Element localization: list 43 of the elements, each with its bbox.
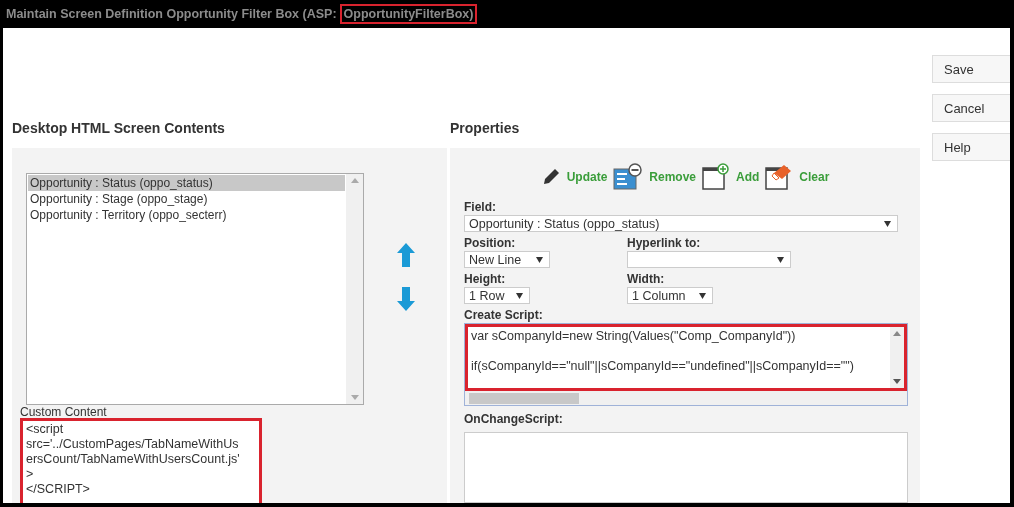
- field-label: Field:: [464, 200, 497, 215]
- on-change-script-field[interactable]: [464, 432, 908, 503]
- action-button[interactable]: Cancel: [932, 94, 1010, 122]
- dropdown-arrow-icon: [536, 256, 543, 263]
- section-heading: Properties: [450, 120, 521, 138]
- field-label: Height:: [464, 272, 507, 287]
- list-item[interactable]: Opportunity : Status (oppo_status): [28, 175, 345, 191]
- section-heading: Desktop HTML Screen Contents: [12, 120, 226, 138]
- action-button[interactable]: Help: [932, 133, 1010, 161]
- hyperlink-select[interactable]: [627, 251, 791, 268]
- height-select[interactable]: 1 Row: [464, 287, 530, 304]
- move-up-arrow-icon[interactable]: [396, 243, 415, 267]
- field-label: Position:: [464, 236, 517, 251]
- list-item[interactable]: Opportunity : Territory (oppo_secterr): [28, 207, 345, 223]
- scrollbar[interactable]: [890, 327, 904, 388]
- highlighted-asp-name: OpportunityFilterBox): [339, 4, 478, 24]
- position-select[interactable]: New Line: [464, 251, 550, 268]
- custom-content-field[interactable]: <script src='../CustomPages/TabNameWithUs ersCount/TabNameWithUsersCount.js' > </SCRIPT>: [20, 418, 262, 503]
- field-select[interactable]: Opportunity : Status (oppo_status): [464, 215, 898, 232]
- field-label: Hyperlink to:: [627, 236, 702, 251]
- field-label: Width:: [627, 272, 666, 287]
- field-label: Custom Content: [20, 405, 108, 418]
- window-title: Maintain Screen Definition Opportunity Filter Box (ASP:: [6, 7, 337, 21]
- window-plus-icon: [702, 163, 730, 191]
- scrollbar[interactable]: [346, 174, 363, 404]
- dropdown-arrow-icon: [777, 256, 784, 263]
- create-script-field[interactable]: var sCompanyId=new String(Values("Comp_CompanyId")) if(sCompanyId=="null"||sCompanyId=="undefined"||sCompanyId==""): [464, 323, 908, 406]
- scroll-up-icon: [893, 331, 901, 336]
- move-down-arrow-icon[interactable]: [396, 287, 415, 311]
- list-item[interactable]: Opportunity : Stage (oppo_stage): [28, 191, 345, 207]
- scrollbar-thumb[interactable]: [469, 392, 579, 404]
- field-label: Create Script:: [464, 308, 544, 323]
- dropdown-arrow-icon: [884, 220, 891, 227]
- scroll-down-icon: [350, 395, 359, 400]
- action-button[interactable]: Save: [932, 55, 1010, 83]
- field-label: OnChangeScript:: [464, 411, 564, 428]
- list-minus-icon: [613, 163, 644, 191]
- dropdown-arrow-icon: [516, 292, 523, 299]
- horizontal-scrollbar[interactable]: [465, 391, 907, 405]
- scroll-down-icon: [893, 379, 901, 384]
- width-select[interactable]: 1 Column: [627, 287, 713, 304]
- dropdown-arrow-icon: [699, 292, 706, 299]
- scroll-up-icon: [350, 178, 359, 183]
